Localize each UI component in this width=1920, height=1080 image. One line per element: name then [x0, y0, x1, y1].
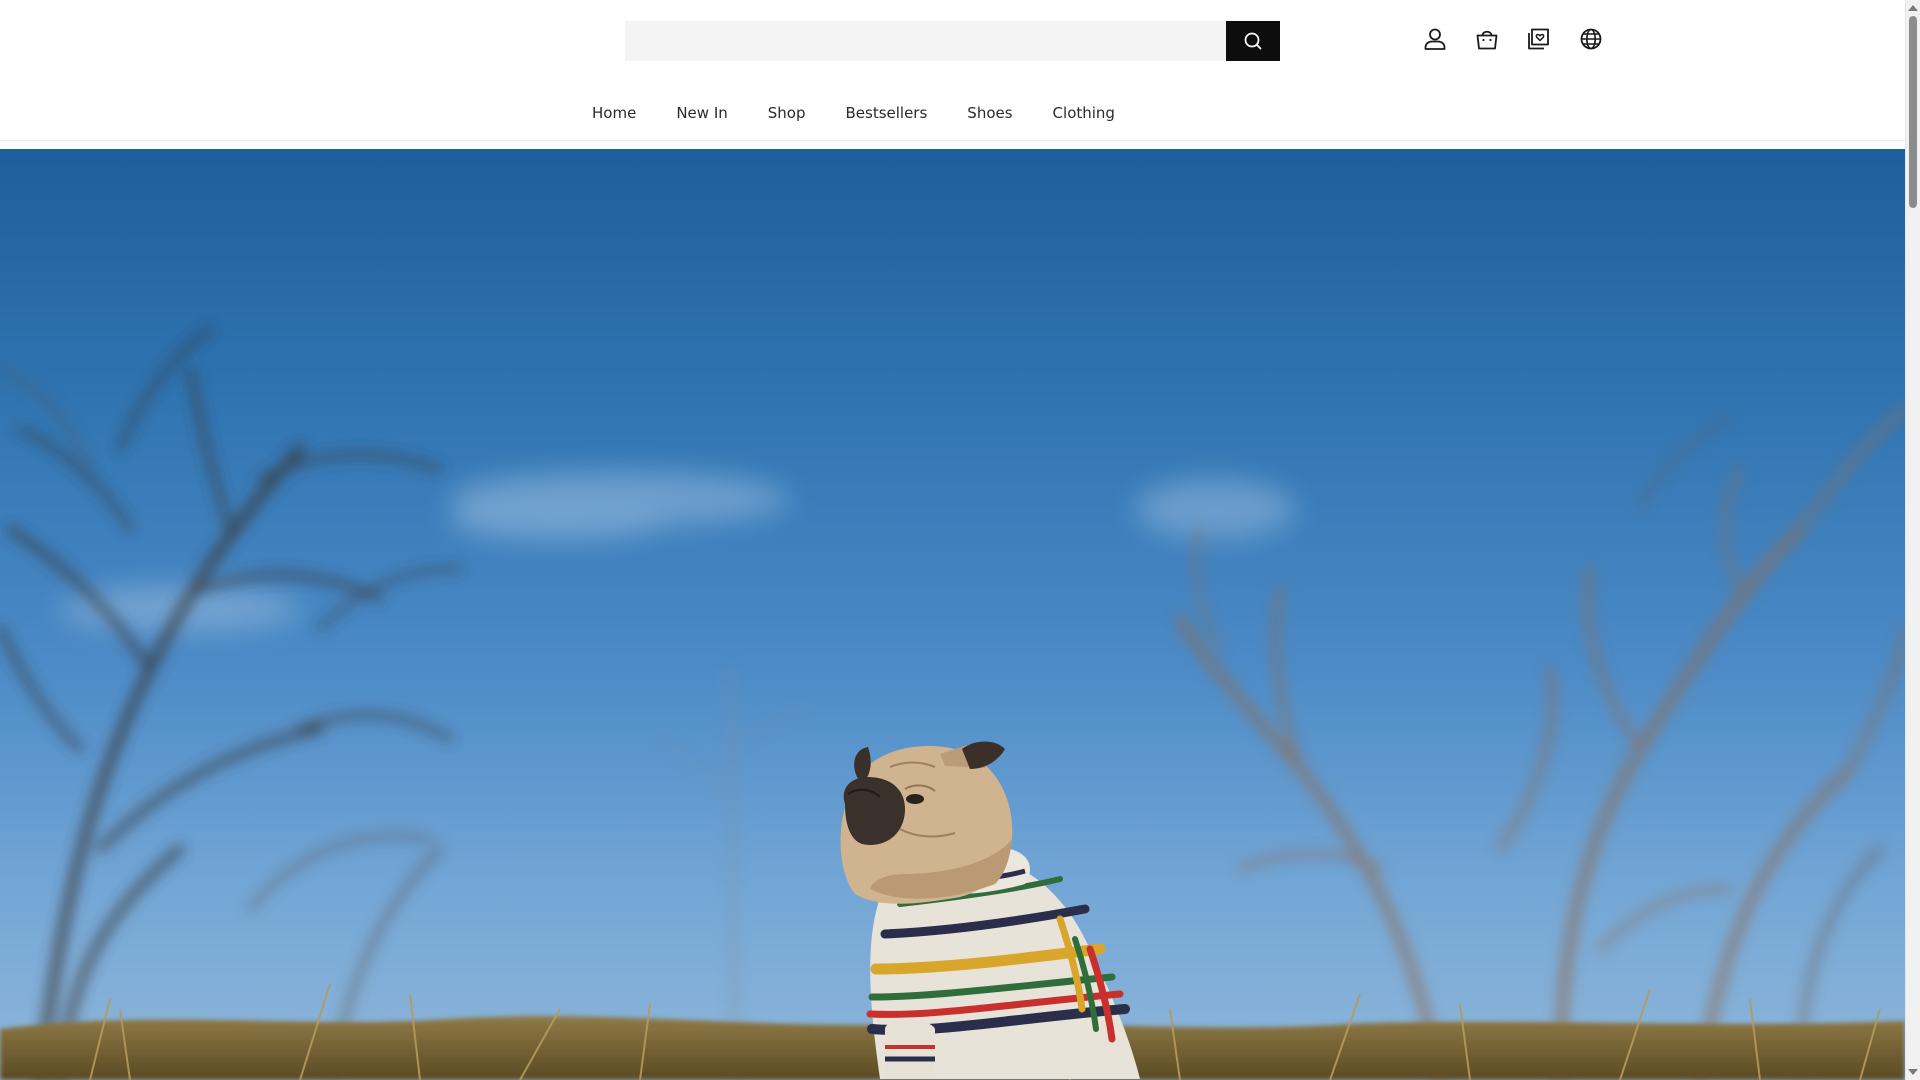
nav-item-new-in[interactable]: New In [656, 104, 747, 122]
nav-item-bestsellers[interactable]: Bestsellers [825, 104, 947, 122]
account-icon [1424, 28, 1446, 50]
scroll-thumb[interactable] [1909, 16, 1917, 208]
scroll-up-arrow-icon[interactable] [1908, 5, 1918, 11]
nav-item-clothing[interactable]: Clothing [1033, 104, 1135, 122]
search-bar [625, 21, 1280, 61]
search-icon [1244, 32, 1262, 50]
page-scrollbar[interactable] [1905, 0, 1920, 1080]
pug-figure [840, 741, 1140, 1079]
hero-banner[interactable] [0, 149, 1905, 1080]
cart-button[interactable] [1470, 22, 1504, 56]
shopping-bag-icon [1476, 30, 1498, 50]
header-actions [1418, 22, 1608, 56]
search-input[interactable] [625, 21, 1226, 61]
wishlist-button[interactable] [1522, 22, 1556, 56]
globe-icon [1580, 28, 1602, 50]
nav-item-shoes[interactable]: Shoes [947, 104, 1032, 122]
nav-list: Home New In Shop Bestsellers Shoes Cloth… [572, 104, 1135, 122]
main-nav: Home New In Shop Bestsellers Shoes Cloth… [0, 98, 1905, 128]
site-header: Home New In Shop Bestsellers Shoes Cloth… [0, 0, 1905, 141]
nav-item-home[interactable]: Home [572, 104, 656, 122]
wishlist-icon [1528, 28, 1549, 50]
scroll-down-arrow-icon[interactable] [1908, 1069, 1918, 1075]
search-button[interactable] [1226, 21, 1280, 61]
nav-item-shop[interactable]: Shop [748, 104, 826, 122]
language-button[interactable] [1574, 22, 1608, 56]
hero-image [0, 326, 1905, 1080]
account-button[interactable] [1418, 22, 1452, 56]
